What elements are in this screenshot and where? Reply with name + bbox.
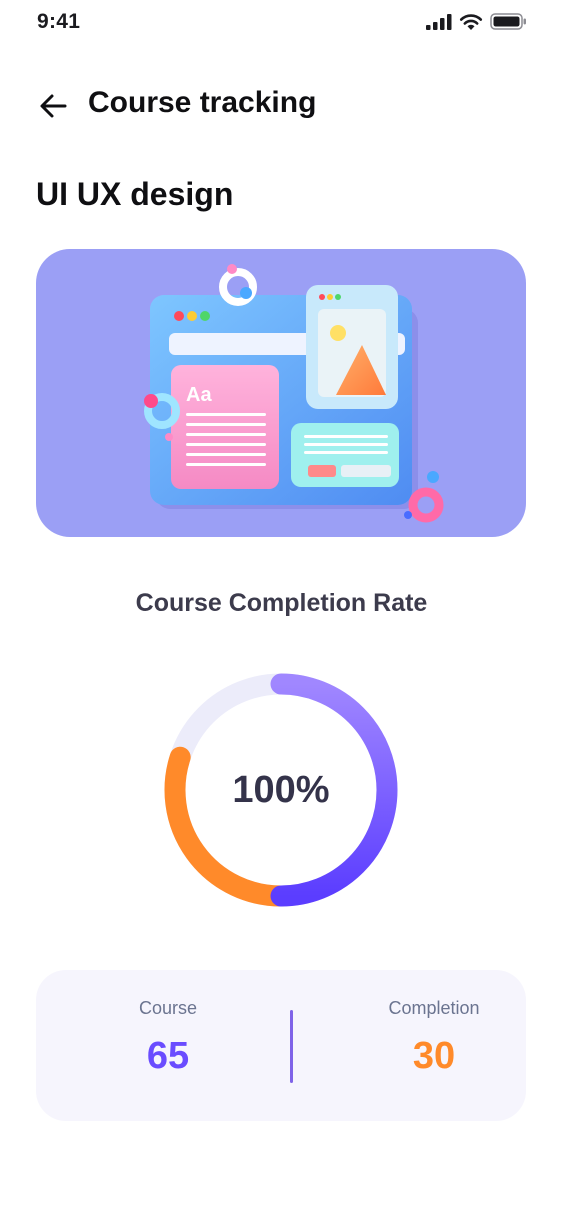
illustration-badge-text: Aa <box>186 384 212 406</box>
course-stat: Course 65 <box>68 998 268 1078</box>
course-title: UI UX design <box>36 176 234 212</box>
status-bar: 9:41 <box>0 0 563 48</box>
cellular-signal-icon <box>426 13 452 30</box>
completion-title: Course Completion Rate <box>135 589 428 617</box>
completion-stat-value: 30 <box>412 1035 456 1077</box>
course-stat-label: Course <box>138 998 198 1018</box>
completion-value: 100% <box>232 768 330 811</box>
completion-donut: 100% <box>156 665 406 915</box>
course-banner: Aa <box>36 249 526 537</box>
page-title: Course tracking <box>88 86 317 119</box>
course-illustration: Aa <box>144 264 444 523</box>
stats-card: Course 65 Completion 30 <box>36 970 526 1121</box>
course-stat-value: 65 <box>146 1035 190 1077</box>
completion-stat-label: Completion <box>388 998 480 1018</box>
status-time: 9:41 <box>37 10 81 33</box>
completion-stat: Completion 30 <box>334 998 534 1078</box>
status-icons <box>426 13 527 30</box>
back-button[interactable] <box>36 88 72 124</box>
stats-divider <box>290 1010 293 1083</box>
battery-icon <box>490 13 526 30</box>
arrow-left-icon <box>40 94 67 118</box>
header: Course tracking <box>0 78 563 134</box>
wifi-icon <box>459 14 483 30</box>
